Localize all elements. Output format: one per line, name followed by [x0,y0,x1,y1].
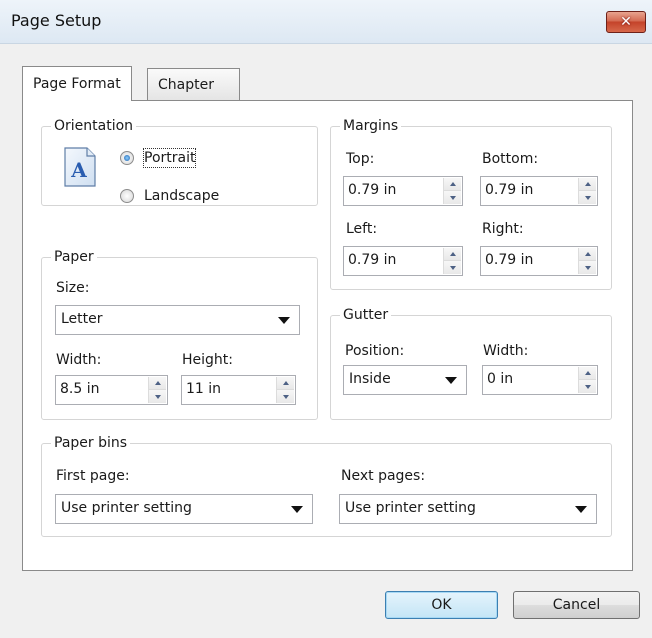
landscape-radio[interactable] [120,189,134,203]
chevron-down-icon[interactable] [566,495,596,523]
first-page-select[interactable]: Use printer setting [55,494,313,524]
next-pages-value: Use printer setting [345,500,476,516]
paper-size-select[interactable]: Letter [55,305,300,335]
orientation-legend: Orientation [51,117,137,135]
chevron-down-icon[interactable] [282,495,312,523]
spin-up-icon[interactable] [444,248,461,261]
paper-width-label: Width: [56,352,102,368]
tab-chapter[interactable]: Chapter [147,68,240,100]
tab-page-format[interactable]: Page Format [22,66,132,101]
margin-bottom-label: Bottom: [482,151,539,167]
gutter-width-label: Width: [483,343,529,359]
title-bar[interactable]: Page Setup ✕ [0,0,652,44]
page-icon-letter: A [70,158,87,182]
spin-down-icon[interactable] [579,191,596,204]
ok-button-label: OK [431,597,452,613]
paper-size-value: Letter [61,311,103,327]
margin-bottom-value: 0.79 in [485,182,534,198]
spin-down-icon[interactable] [444,191,461,204]
first-page-value: Use printer setting [61,500,192,516]
paper-size-label: Size: [56,280,90,296]
spin-up-icon[interactable] [277,377,294,390]
spin-down-icon[interactable] [579,380,596,393]
margin-top-value: 0.79 in [348,182,397,198]
paper-bins-legend: Paper bins [51,434,131,452]
ok-button[interactable]: OK [385,591,498,619]
close-button[interactable]: ✕ [606,11,646,33]
spin-up-icon[interactable] [579,178,596,191]
window-title: Page Setup [11,11,102,30]
tab-label: Page Format [33,76,121,92]
first-page-label: First page: [56,468,130,484]
margin-left-spinner[interactable]: 0.79 in [343,246,463,276]
margin-right-label: Right: [482,221,524,237]
spin-up-icon[interactable] [149,377,166,390]
margin-top-spinner[interactable]: 0.79 in [343,176,463,206]
gutter-width-value: 0 in [487,371,514,387]
spin-up-icon[interactable] [579,367,596,380]
paper-height-value: 11 in [186,381,222,397]
spin-down-icon[interactable] [277,390,294,403]
close-icon: ✕ [620,14,632,30]
paper-height-spinner[interactable]: 11 in [181,375,296,405]
portrait-page-icon: A [64,147,96,187]
cancel-button[interactable]: Cancel [513,591,640,619]
landscape-label[interactable]: Landscape [144,187,219,205]
gutter-legend: Gutter [340,306,392,324]
paper-height-label: Height: [182,352,233,368]
margin-left-value: 0.79 in [348,252,397,268]
gutter-position-label: Position: [345,343,405,359]
gutter-width-spinner[interactable]: 0 in [482,365,598,395]
spin-down-icon[interactable] [149,390,166,403]
tab-label: Chapter [158,76,214,93]
chevron-down-icon[interactable] [269,306,299,334]
margin-bottom-spinner[interactable]: 0.79 in [480,176,598,206]
gutter-position-select[interactable]: Inside [343,365,467,395]
spin-up-icon[interactable] [444,178,461,191]
chevron-down-icon[interactable] [436,366,466,394]
spin-down-icon[interactable] [579,261,596,274]
cancel-button-label: Cancel [552,597,601,613]
portrait-label[interactable]: Portrait [142,148,197,168]
paper-width-value: 8.5 in [60,381,100,397]
next-pages-label: Next pages: [341,468,426,484]
margin-right-value: 0.79 in [485,252,534,268]
spin-up-icon[interactable] [579,248,596,261]
paper-width-spinner[interactable]: 8.5 in [55,375,168,405]
next-pages-select[interactable]: Use printer setting [339,494,597,524]
spin-down-icon[interactable] [444,261,461,274]
gutter-position-value: Inside [349,371,391,387]
margins-legend: Margins [340,117,402,135]
margin-right-spinner[interactable]: 0.79 in [480,246,598,276]
paper-legend: Paper [51,248,97,266]
portrait-radio[interactable] [120,151,134,165]
margin-left-label: Left: [346,221,378,237]
margin-top-label: Top: [346,151,375,167]
